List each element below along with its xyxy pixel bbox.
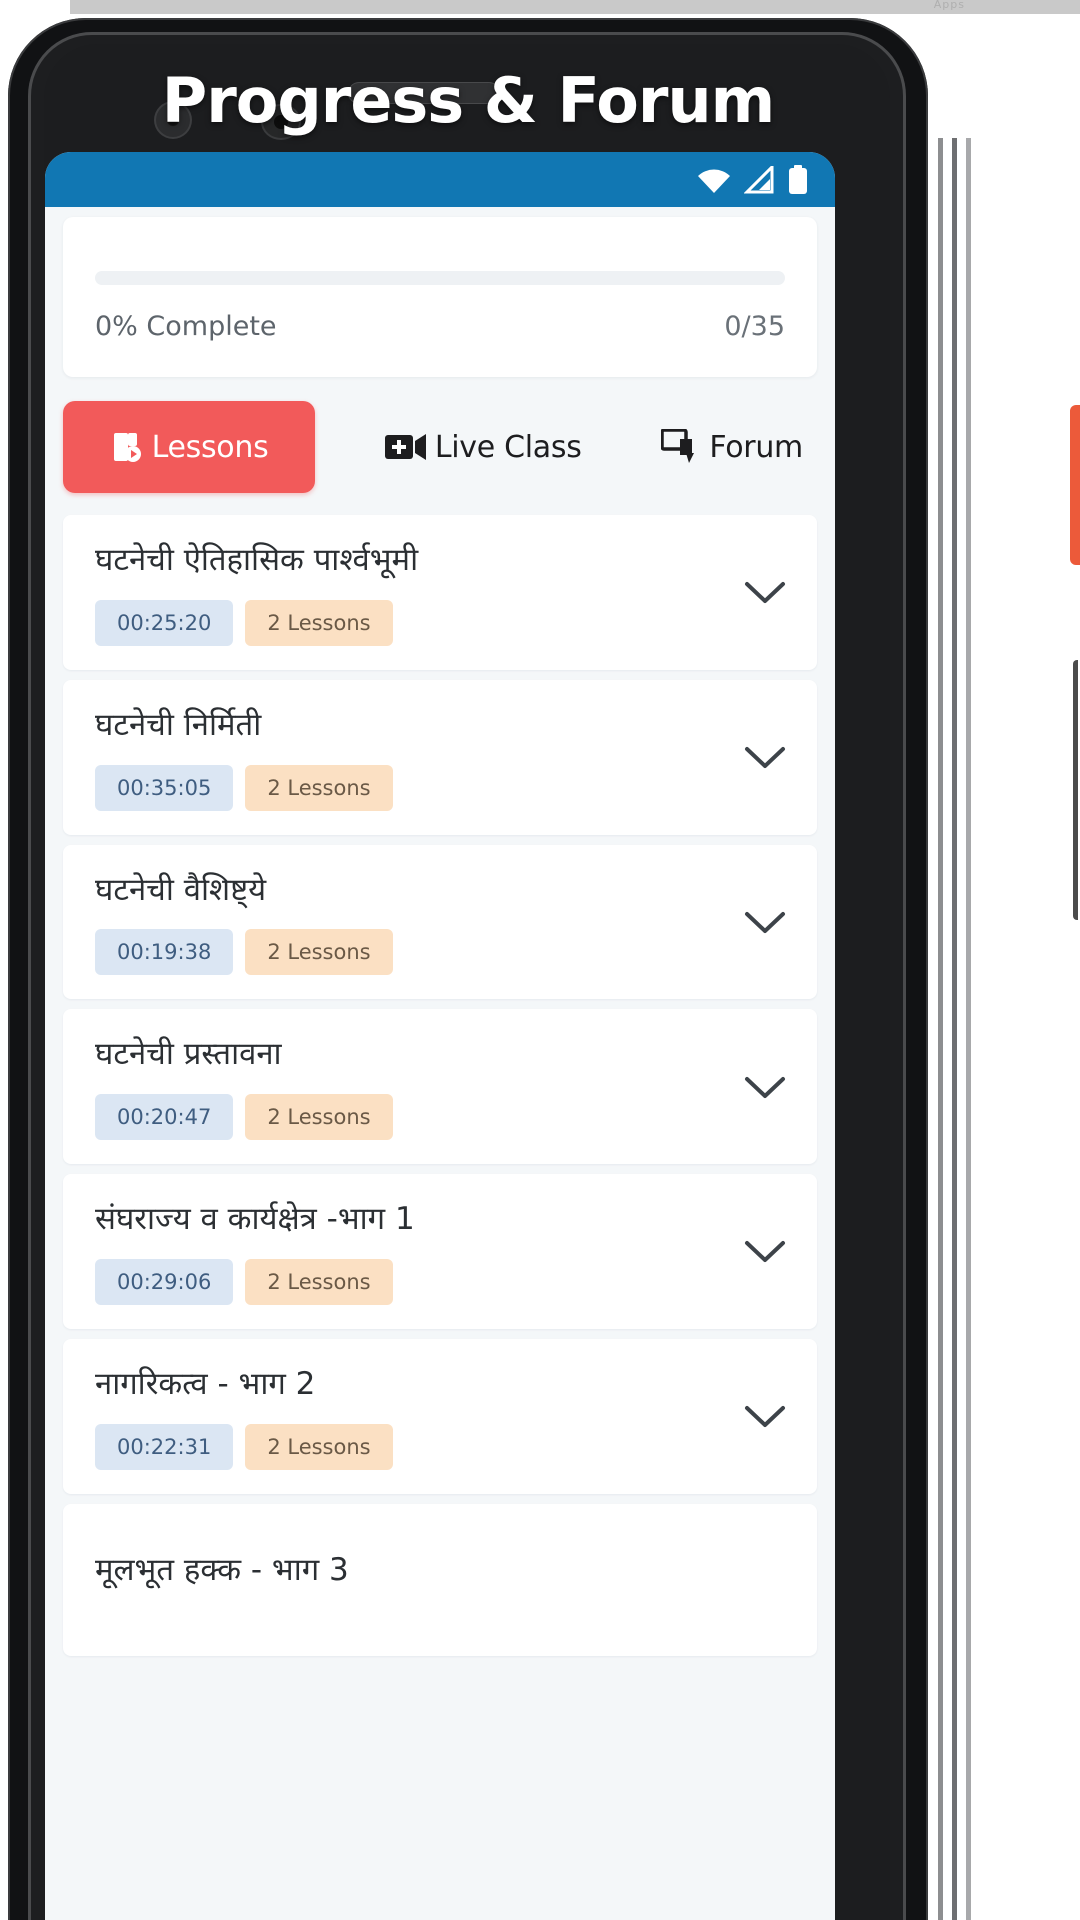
lesson-title: संघराज्य व कार्यक्षेत्र -भाग 1 bbox=[95, 1201, 415, 1237]
edge-accent-dark bbox=[1073, 660, 1078, 920]
lesson-badges: 00:25:20 2 Lessons bbox=[95, 599, 721, 646]
tab-bar: Lessons Live Class Forum bbox=[63, 401, 817, 493]
progress-card: 0% Complete 0/35 bbox=[63, 217, 817, 377]
lesson-count-badge: 2 Lessons bbox=[245, 1423, 393, 1470]
video-camera-icon bbox=[384, 432, 427, 462]
lesson-badges: 00:20:47 2 Lessons bbox=[95, 1094, 721, 1140]
lesson-card-body: घटनेची वैशिष्ट्ये 00:19:38 2 Lessons bbox=[95, 871, 721, 976]
lesson-count-badge: 2 Lessons bbox=[245, 929, 393, 976]
lesson-title: घटनेची प्रस्तावना bbox=[95, 1036, 282, 1073]
lesson-card[interactable]: घटनेची प्रस्तावना 00:20:47 2 Lessons bbox=[63, 1009, 817, 1164]
lesson-count-badge: 2 Lessons bbox=[245, 599, 393, 646]
lesson-duration-badge: 00:35:05 bbox=[95, 764, 234, 811]
chevron-down-icon[interactable] bbox=[739, 897, 791, 949]
lesson-card-body: नागरिकत्व - भाग 2 00:22:31 2 Lessons bbox=[95, 1365, 721, 1470]
screenshot-canvas: Apps Progress & Forum 0% Complete 0/35 L… bbox=[0, 0, 1080, 1920]
chevron-down-icon[interactable] bbox=[739, 1226, 791, 1278]
lesson-duration-badge: 00:29:06 bbox=[95, 1258, 234, 1305]
tab-live-class-label: Live Class bbox=[434, 429, 582, 465]
lesson-count-badge: 2 Lessons bbox=[245, 1258, 393, 1305]
device-rail-3 bbox=[966, 138, 971, 1920]
progress-bar-track bbox=[95, 271, 785, 285]
lesson-card-body: घटनेची निर्मिती 00:35:05 2 Lessons bbox=[95, 706, 721, 811]
device-rail-1 bbox=[938, 138, 943, 1920]
lesson-card[interactable]: घटनेची ऐतिहासिक पार्श्वभूमी 00:25:20 2 Les… bbox=[63, 515, 817, 670]
chat-bubbles-icon bbox=[661, 429, 701, 465]
chevron-down-icon[interactable] bbox=[739, 567, 791, 619]
lesson-badges: 00:19:38 2 Lessons bbox=[95, 929, 721, 976]
phone-screen: 0% Complete 0/35 Lessons Live Class Foru… bbox=[45, 152, 835, 1920]
lesson-card[interactable]: संघराज्य व कार्यक्षेत्र -भाग 1 00:29:06 2 … bbox=[63, 1174, 817, 1329]
lesson-count-badge: 2 Lessons bbox=[245, 1094, 393, 1140]
lesson-badges: 00:22:31 2 Lessons bbox=[95, 1423, 721, 1470]
battery-icon bbox=[787, 164, 809, 195]
lesson-title: नागरिकत्व - भाग 2 bbox=[95, 1365, 316, 1402]
lesson-title: घटनेची ऐतिहासिक पार्श्वभूमी bbox=[95, 542, 419, 578]
lesson-badges: 00:29:06 2 Lessons bbox=[95, 1258, 721, 1305]
device-rail-2 bbox=[952, 138, 957, 1920]
signal-icon bbox=[744, 165, 774, 194]
lesson-card[interactable]: मूलभूत हक्क - भाग 3 bbox=[63, 1503, 817, 1656]
lesson-badges: 00:35:05 2 Lessons bbox=[95, 764, 721, 811]
tab-lessons-label: Lessons bbox=[151, 429, 269, 465]
tab-live-class[interactable]: Live Class bbox=[375, 410, 592, 485]
lesson-card[interactable]: घटनेची निर्मिती 00:35:05 2 Lessons bbox=[63, 679, 817, 835]
background-browser-strip: Apps bbox=[70, 0, 1080, 14]
progress-labels-row: 0% Complete 0/35 bbox=[95, 311, 785, 342]
lesson-card-body: घटनेची ऐतिहासिक पार्श्वभूमी 00:25:20 2 Les… bbox=[95, 541, 721, 646]
edge-accent-orange bbox=[1070, 405, 1080, 565]
app-content: 0% Complete 0/35 Lessons Live Class Foru… bbox=[45, 217, 835, 1920]
lesson-duration-badge: 00:22:31 bbox=[95, 1423, 234, 1470]
chevron-down-icon[interactable] bbox=[739, 732, 791, 784]
lesson-duration-badge: 00:25:20 bbox=[95, 599, 234, 646]
lesson-list: घटनेची ऐतिहासिक पार्श्वभूमी 00:25:20 2 Les… bbox=[63, 515, 817, 1656]
lesson-title: मूलभूत हक्क - भाग 3 bbox=[95, 1552, 349, 1589]
tab-forum-label: Forum bbox=[709, 429, 803, 465]
wifi-icon bbox=[697, 167, 731, 193]
lesson-count-badge: 2 Lessons bbox=[245, 764, 393, 811]
lesson-book-icon bbox=[110, 430, 144, 464]
chevron-down-icon[interactable] bbox=[739, 1062, 791, 1114]
lesson-card[interactable]: नागरिकत्व - भाग 2 00:22:31 2 Lessons bbox=[63, 1338, 817, 1494]
tab-forum[interactable]: Forum bbox=[651, 409, 813, 485]
chevron-down-icon[interactable] bbox=[739, 1391, 791, 1443]
progress-count-label: 0/35 bbox=[724, 311, 785, 342]
lesson-duration-badge: 00:20:47 bbox=[95, 1094, 234, 1140]
lesson-card-body: घटनेची प्रस्तावना 00:20:47 2 Lessons bbox=[95, 1035, 721, 1140]
status-bar bbox=[45, 152, 835, 207]
lesson-title: घटनेची वैशिष्ट्ये bbox=[95, 871, 267, 908]
progress-percent-label: 0% Complete bbox=[95, 311, 277, 342]
lesson-card-body: मूलभूत हक्क - भाग 3 bbox=[95, 1551, 791, 1610]
lesson-duration-badge: 00:19:38 bbox=[95, 929, 234, 976]
lesson-card-body: संघराज्य व कार्यक्षेत्र -भाग 1 00:29:06 2 … bbox=[95, 1200, 721, 1305]
tab-lessons[interactable]: Lessons bbox=[63, 401, 315, 493]
background-strip-label: Apps bbox=[933, 0, 965, 11]
lesson-card[interactable]: घटनेची वैशिष्ट्ये 00:19:38 2 Lessons bbox=[63, 844, 817, 1000]
page-title: Progress & Forum bbox=[161, 64, 775, 137]
lesson-title: घटनेची निर्मिती bbox=[95, 706, 262, 743]
